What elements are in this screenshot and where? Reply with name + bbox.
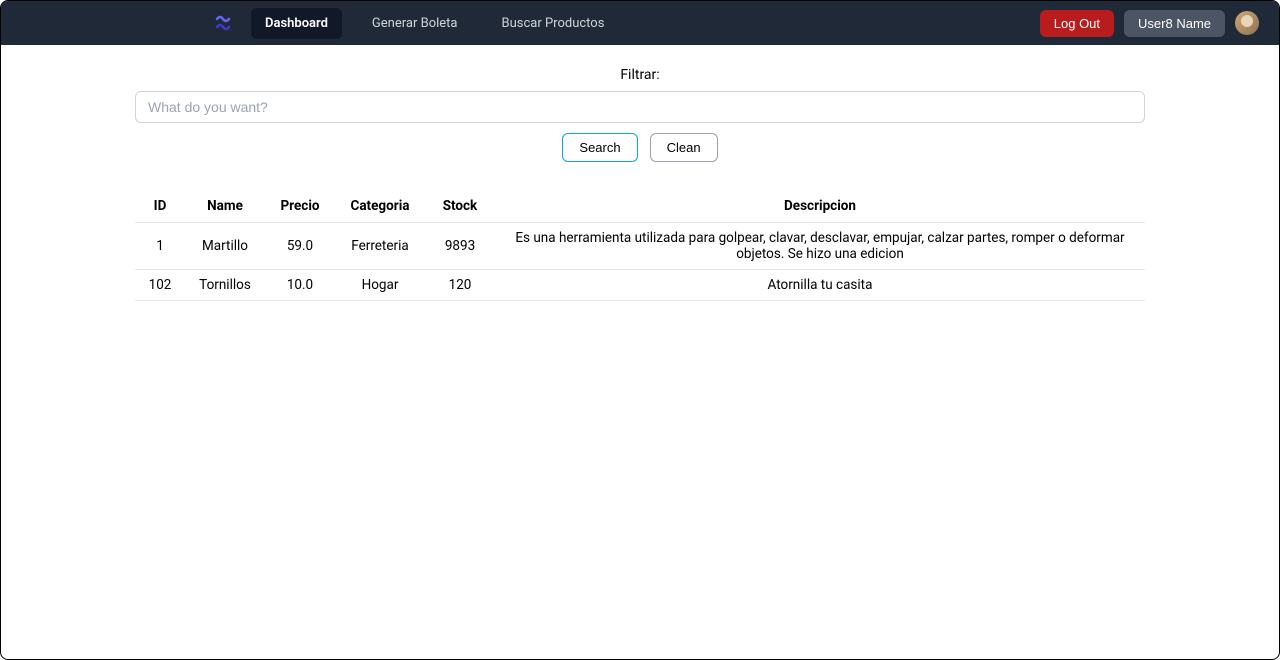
header-descripcion: Descripcion <box>495 190 1145 223</box>
header-name: Name <box>185 190 265 223</box>
cell-stock: 9893 <box>425 223 495 270</box>
search-input[interactable] <box>135 91 1145 123</box>
header-precio: Precio <box>265 190 335 223</box>
avatar[interactable] <box>1235 11 1259 35</box>
clean-button[interactable]: Clean <box>650 133 718 162</box>
nav-right: Log Out User8 Name <box>1040 10 1259 37</box>
header-categoria: Categoria <box>335 190 425 223</box>
username-button[interactable]: User8 Name <box>1124 10 1225 37</box>
table-row: 1 Martillo 59.0 Ferreteria 9893 Es una h… <box>135 223 1145 270</box>
nav-item-generar-boleta[interactable]: Generar Boleta <box>358 8 472 39</box>
cell-descripcion: Atornilla tu casita <box>495 270 1145 301</box>
cell-descripcion: Es una herramienta utilizada para golpea… <box>495 223 1145 270</box>
content: Filtrar: Search Clean ID Name Precio Cat… <box>1 45 1279 301</box>
products-table: ID Name Precio Categoria Stock Descripci… <box>135 190 1145 301</box>
logo-icon <box>211 15 235 31</box>
table-header-row: ID Name Precio Categoria Stock Descripci… <box>135 190 1145 223</box>
filter-label: Filtrar: <box>135 67 1145 83</box>
cell-categoria: Ferreteria <box>335 223 425 270</box>
cell-precio: 59.0 <box>265 223 335 270</box>
cell-name: Martillo <box>185 223 265 270</box>
cell-precio: 10.0 <box>265 270 335 301</box>
cell-categoria: Hogar <box>335 270 425 301</box>
cell-name: Tornillos <box>185 270 265 301</box>
cell-stock: 120 <box>425 270 495 301</box>
table-wrap: ID Name Precio Categoria Stock Descripci… <box>135 190 1145 301</box>
search-button[interactable]: Search <box>562 133 637 162</box>
header-stock: Stock <box>425 190 495 223</box>
cell-id: 102 <box>135 270 185 301</box>
button-row: Search Clean <box>135 133 1145 162</box>
header-id: ID <box>135 190 185 223</box>
table-row: 102 Tornillos 10.0 Hogar 120 Atornilla t… <box>135 270 1145 301</box>
logout-button[interactable]: Log Out <box>1040 10 1114 37</box>
cell-id: 1 <box>135 223 185 270</box>
nav-item-dashboard[interactable]: Dashboard <box>251 8 342 39</box>
nav-item-buscar-productos[interactable]: Buscar Productos <box>488 8 619 39</box>
navbar: Dashboard Generar Boleta Buscar Producto… <box>1 1 1279 45</box>
nav-left: Dashboard Generar Boleta Buscar Producto… <box>211 8 618 39</box>
